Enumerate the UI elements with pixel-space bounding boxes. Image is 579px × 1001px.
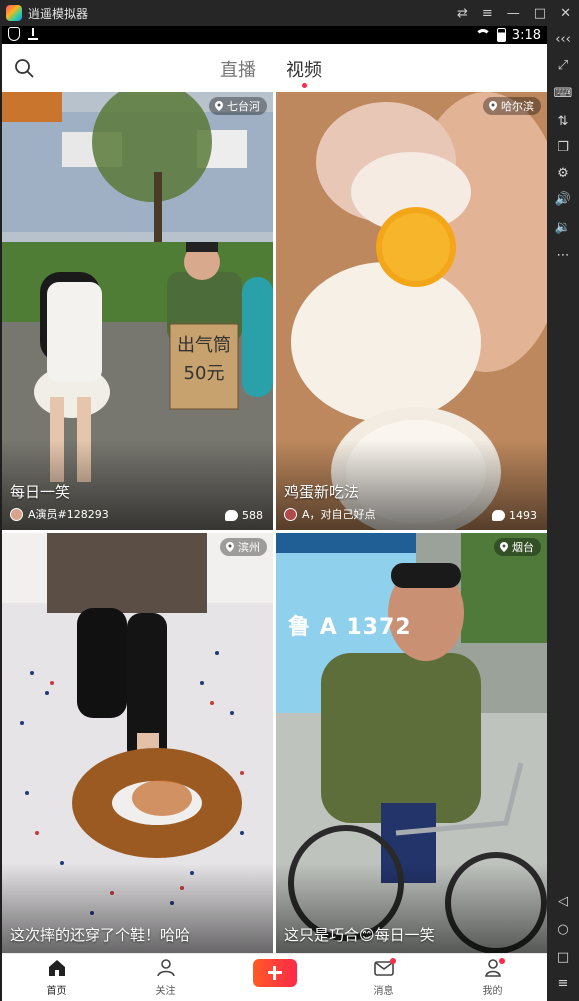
avatar	[284, 507, 297, 521]
comment-count: 588	[225, 509, 263, 522]
video-card[interactable]: 滨州 这次摔的还穿了个鞋！哈哈	[2, 533, 273, 953]
video-title: 鸡蛋新吃法	[284, 483, 360, 501]
fullscreen-icon[interactable]: ⤢	[553, 56, 573, 76]
rotate-icon[interactable]: ⇅	[553, 112, 573, 132]
avatar	[10, 507, 23, 521]
wifi-icon	[474, 29, 491, 41]
maximize-icon[interactable]: □	[534, 6, 546, 21]
menu-icon[interactable]: ≡	[482, 6, 493, 21]
app-menu-icon[interactable]: ≡	[553, 974, 573, 994]
video-card[interactable]: 出气筒 50元 七台河 每日一笑 A演员#128293 588	[2, 92, 273, 530]
emulator-title: 逍遥模拟器	[28, 6, 89, 21]
profile-badge	[499, 958, 505, 964]
location-pin-icon	[489, 101, 497, 111]
location-badge: 七台河	[209, 97, 267, 115]
nav-follow[interactable]: 关注	[111, 954, 220, 1001]
nav-messages[interactable]: 消息	[329, 954, 438, 1001]
multi-window-icon[interactable]: ⇄	[457, 6, 468, 21]
author-name: A演员#128293	[28, 508, 109, 521]
recent-apps-icon[interactable]: □	[553, 948, 573, 968]
tab-live[interactable]: 直播	[220, 56, 256, 82]
comment-bubble-icon	[492, 510, 505, 521]
comment-count: 1493	[492, 509, 537, 522]
video-title: 每日一笑	[10, 483, 71, 501]
location-pin-icon	[215, 101, 223, 111]
location-pin-icon	[226, 542, 234, 552]
nav-profile[interactable]: 我的	[438, 954, 547, 1001]
clock: 3:18	[511, 27, 541, 43]
top-tabs: 直播 视频	[220, 56, 322, 88]
sign-text: 出气筒 50元	[177, 335, 231, 384]
comment-bubble-icon	[225, 510, 238, 521]
battery-icon	[496, 28, 506, 42]
publish-plus-icon	[252, 959, 297, 987]
settings-icon[interactable]: ⚙	[553, 164, 573, 184]
tab-video[interactable]: 视频	[286, 56, 322, 88]
download-icon	[28, 28, 38, 40]
bus-plate-text: 鲁 A 1372	[288, 615, 412, 640]
back-icon[interactable]: ◁	[553, 892, 573, 912]
top-header: 直播 视频	[2, 44, 547, 92]
location-badge: 烟台	[494, 538, 541, 556]
collapse-sidebar-icon[interactable]: ‹‹‹	[553, 30, 573, 50]
location-badge: 滨州	[220, 538, 267, 556]
home-button-icon[interactable]: ○	[553, 920, 573, 940]
emulator-window: 逍遥模拟器 ⇄ ≡ — □ ✕ ‹‹‹ ⤢ ⌨ ⇅ ❐ ⚙ 🔊 🔉 ⋯ ◁ ○ …	[0, 0, 579, 1001]
keyboard-icon[interactable]: ⌨	[553, 84, 573, 104]
nav-publish[interactable]	[220, 954, 329, 1001]
follow-icon	[156, 959, 175, 977]
more-icon[interactable]: ⋯	[553, 246, 573, 266]
message-badge	[390, 958, 396, 964]
video-title: 这次摔的还穿了个鞋！哈哈	[10, 926, 191, 944]
video-card[interactable]: 哈尔滨 鸡蛋新吃法 A，对自己好点 1493	[276, 92, 547, 530]
multi-instance-icon[interactable]: ❐	[553, 138, 573, 158]
location-badge: 哈尔滨	[483, 97, 541, 115]
phone-screen: 3:18 直播 视频 出气筒 50元 七台河 每日一笑 A演员#128293 5…	[2, 26, 547, 1001]
window-controls: ⇄ ≡ — □ ✕	[457, 0, 571, 26]
location-pin-icon	[500, 542, 508, 552]
nav-home[interactable]: 首页	[2, 954, 111, 1001]
active-tab-dot	[302, 83, 307, 88]
video-card[interactable]: 鲁 A 1372 烟台 这只是巧合😊每日一笑	[276, 533, 547, 953]
volume-down-icon[interactable]: 🔉	[553, 218, 573, 238]
status-bar: 3:18	[2, 26, 547, 44]
shield-icon	[8, 27, 20, 41]
home-icon	[48, 960, 65, 976]
close-icon[interactable]: ✕	[560, 6, 571, 21]
author-name: A，对自己好点	[302, 508, 376, 521]
author-info[interactable]: A演员#128293	[10, 506, 109, 522]
emulator-sidebar: ‹‹‹ ⤢ ⌨ ⇅ ❐ ⚙ 🔊 🔉 ⋯ ◁ ○ □ ≡	[547, 26, 579, 1001]
bottom-navigation: 首页 关注 消息 我的	[2, 953, 547, 1001]
minimize-icon[interactable]: —	[507, 6, 520, 21]
volume-up-icon[interactable]: 🔊	[553, 190, 573, 210]
author-info[interactable]: A，对自己好点	[284, 506, 376, 522]
search-icon[interactable]	[14, 58, 34, 78]
emulator-logo-icon	[6, 5, 22, 21]
emulator-title-bar: 逍遥模拟器 ⇄ ≡ — □ ✕	[0, 0, 579, 26]
video-title: 这只是巧合😊每日一笑	[284, 926, 435, 944]
